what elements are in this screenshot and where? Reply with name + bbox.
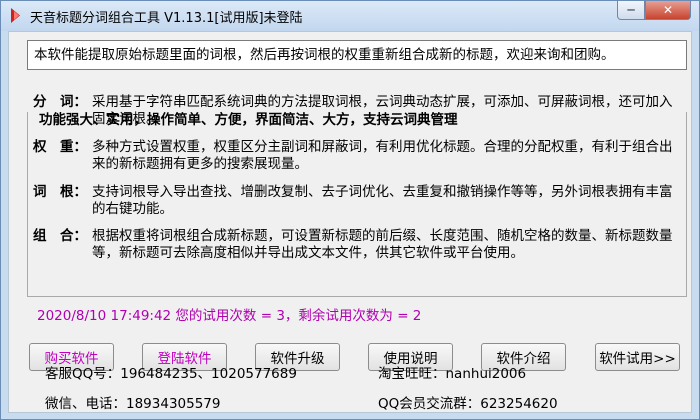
minimize-icon: ─ [627,3,635,17]
trial-status: 2020/8/10 17:49:42 您的试用次数 = 3，剩余试用次数为 = … [37,308,422,324]
feature-description: 根据权重将词根组合成新标题，可设置新标题的前后缀、长度范围、随机空格的数量、新标… [92,228,673,261]
close-button[interactable]: ✕ [645,1,691,20]
app-window: 天音标题分词组合工具 V1.13.1[试用版]未登陆 ─ ✕ 本软件能提取原始标… [0,0,700,420]
feature-description: 采用基于字符串匹配系统词典的方法提取词根，云词典动态扩展，可添加、可屏蔽词根，还… [92,94,673,127]
intro-banner: 本软件能提取原始标题里面的词根，然后再按词根的权重重新组合成新的标题，欢迎来询和… [27,40,687,70]
main-panel: 本软件能提取原始标题里面的词根，然后再按词根的权重重新组合成新的标题，欢迎来询和… [8,31,692,413]
feature-description: 支持词根导入导出查找、增删改复制、去子词优化、去重复和撤销操作等等，另外词根表拥… [92,184,673,217]
feature-label: 组 合： [33,228,87,244]
contact-qq: 客服QQ号：196484235、1020577689 [45,366,297,382]
feature-description: 多种方式设置权重，权重区分主副词和屏蔽词，有利用优化标题。合理的分配权重，有利于… [92,139,673,172]
feature-label: 词 根： [33,184,87,200]
contact-taobao: 淘宝旺旺：nanhui2006 [378,366,527,382]
trial-button[interactable]: 软件试用>> [595,343,680,371]
minimize-button[interactable]: ─ [617,1,645,20]
title-bar[interactable]: 天音标题分词组合工具 V1.13.1[试用版]未登陆 ─ ✕ [1,1,699,31]
contact-group: QQ会员交流群：623254620 [378,396,558,412]
app-logo-icon [11,8,20,23]
close-icon: ✕ [662,3,674,17]
feature-label: 权 重： [33,139,87,155]
window-title: 天音标题分词组合工具 V1.13.1[试用版]未登陆 [30,11,303,26]
contact-phone: 微信、电话：18934305579 [45,396,221,412]
feature-label: 分 词： [33,94,87,110]
